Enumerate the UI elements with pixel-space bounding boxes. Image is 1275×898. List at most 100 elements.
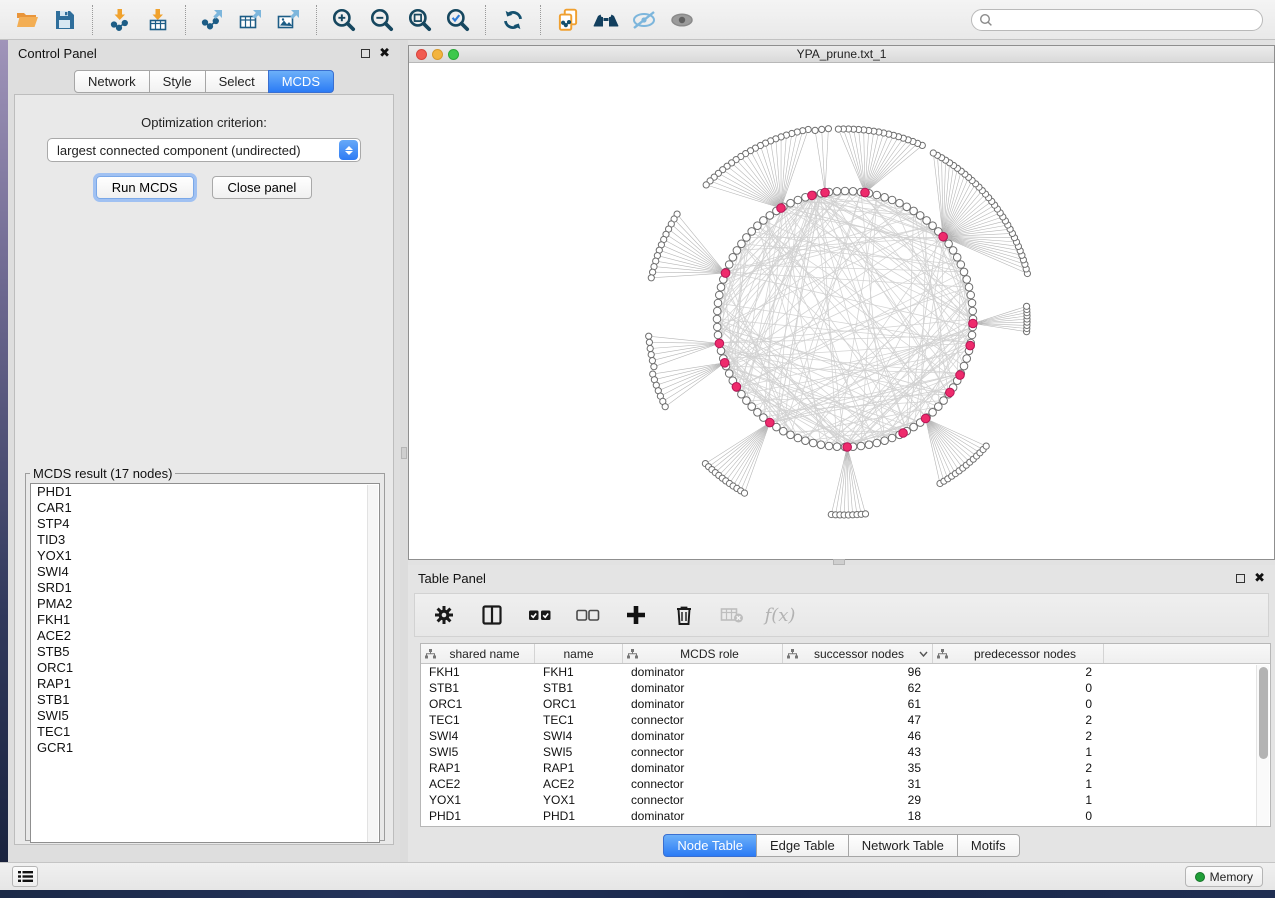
mcds-result-item[interactable]: PHD1 [31,484,379,500]
tab-edge-table[interactable]: Edge Table [756,834,849,857]
network-window-titlebar[interactable]: YPA_prune.txt_1 [409,46,1274,63]
memory-button[interactable]: Memory [1185,866,1263,887]
table-cell: 1 [933,776,1104,792]
duplicate-network-icon[interactable] [549,4,587,36]
table-cell: dominator [623,696,783,712]
table-cell: FKH1 [421,664,535,680]
mcds-result-item[interactable]: ACE2 [31,628,379,644]
close-panel-icon[interactable]: ✖ [379,48,390,58]
criterion-select[interactable]: largest connected component (undirected) [47,138,361,162]
hide-panels-icon[interactable] [625,4,663,36]
column-header-shared-name[interactable]: shared name [421,644,535,663]
zoom-fit-icon[interactable] [401,4,439,36]
mcds-result-item[interactable]: STB5 [31,644,379,660]
tab-network-table[interactable]: Network Table [848,834,958,857]
column-header-name[interactable]: name [535,644,623,663]
export-table-icon[interactable] [232,4,270,36]
column-header-successor-nodes[interactable]: successor nodes [783,644,933,663]
add-column-icon[interactable] [623,602,649,628]
toolbar-separator [316,5,317,35]
table-row[interactable]: SWI5SWI5connector431 [421,744,1270,760]
delete-table-icon[interactable] [719,602,745,628]
select-all-icon[interactable] [527,602,553,628]
table-row[interactable]: FKH1FKH1dominator962 [421,664,1270,680]
table-cell: 2 [933,760,1104,776]
network-canvas[interactable] [409,63,1274,559]
export-image-icon[interactable] [270,4,308,36]
delete-column-icon[interactable] [671,602,697,628]
task-history-button[interactable] [12,866,38,887]
zoom-selected-icon[interactable] [439,4,477,36]
table-row[interactable]: TEC1TEC1connector472 [421,712,1270,728]
table-cell: ACE2 [421,776,535,792]
table-row[interactable]: STB1STB1dominator620 [421,680,1270,696]
settings-gear-icon[interactable] [431,602,457,628]
export-network-icon[interactable] [194,4,232,36]
tab-motifs[interactable]: Motifs [957,834,1020,857]
mcds-result-item[interactable]: PMA2 [31,596,379,612]
tab-network[interactable]: Network [74,70,150,93]
table-cell: 0 [933,808,1104,824]
attribute-type-icon [425,649,439,659]
tab-mcds[interactable]: MCDS [268,70,334,93]
refresh-layout-icon[interactable] [494,4,532,36]
toolbar-separator [485,5,486,35]
table-row[interactable]: SWI4SWI4dominator462 [421,728,1270,744]
column-header-predecessor-nodes[interactable]: predecessor nodes [933,644,1104,663]
attribute-type-icon [937,649,951,659]
column-header-MCDS-role[interactable]: MCDS role [623,644,783,663]
mcds-result-item[interactable]: STP4 [31,516,379,532]
search-input[interactable] [971,9,1263,31]
close-panel-button[interactable]: Close panel [212,176,313,199]
mcds-result-item[interactable]: CAR1 [31,500,379,516]
mcds-result-list[interactable]: PHD1CAR1STP4TID3YOX1SWI4SRD1PMA2FKH1ACE2… [30,483,380,843]
open-icon[interactable] [8,4,46,36]
run-mcds-button[interactable]: Run MCDS [96,176,194,199]
table-row[interactable]: ORC1ORC1dominator610 [421,696,1270,712]
mcds-result-item[interactable]: ORC1 [31,660,379,676]
import-network-icon[interactable] [101,4,139,36]
table-row[interactable]: PHD1PHD1dominator180 [421,808,1270,824]
mcds-result-item[interactable]: STB1 [31,692,379,708]
tab-node-table[interactable]: Node Table [663,834,757,857]
table-cell: SWI4 [421,728,535,744]
table-row[interactable]: RAP1RAP1dominator352 [421,760,1270,776]
splitter-handle[interactable] [401,447,407,459]
save-icon[interactable] [46,4,84,36]
table-scrollbar-thumb[interactable] [1259,667,1268,759]
table-row[interactable]: YOX1YOX1connector291 [421,792,1270,808]
split-columns-icon[interactable] [479,602,505,628]
zoom-in-icon[interactable] [325,4,363,36]
search-network-icon[interactable] [587,4,625,36]
table-scrollbar-track[interactable] [1256,665,1269,826]
mcds-result-item[interactable]: RAP1 [31,676,379,692]
table-body: FKH1FKH1dominator962STB1STB1dominator620… [421,664,1270,824]
float-panel-icon[interactable] [361,49,370,58]
tab-style[interactable]: Style [149,70,206,93]
optimization-criterion-label: Optimization criterion: [15,115,393,130]
mcds-result-item[interactable]: TID3 [31,532,379,548]
mcds-result-item[interactable]: SWI4 [31,564,379,580]
float-panel-icon[interactable] [1236,574,1245,583]
show-eye-icon[interactable] [663,4,701,36]
mcds-result-item[interactable]: GCR1 [31,740,379,756]
mcds-result-item[interactable]: YOX1 [31,548,379,564]
table-row[interactable]: ACE2ACE2connector311 [421,776,1270,792]
mcds-result-item[interactable]: SRD1 [31,580,379,596]
vertical-splitter[interactable] [400,40,408,862]
table-cell: 43 [783,744,933,760]
mcds-result-item[interactable]: SWI5 [31,708,379,724]
search-field [971,9,1263,31]
zoom-out-icon[interactable] [363,4,401,36]
table-cell: dominator [623,680,783,696]
table-cell: dominator [623,728,783,744]
import-table-icon[interactable] [139,4,177,36]
function-builder-icon[interactable]: f(x) [767,602,793,628]
mcds-result-item[interactable]: FKH1 [31,612,379,628]
tab-select[interactable]: Select [205,70,269,93]
list-scrollbar-track[interactable] [367,485,378,843]
mcds-result-item[interactable]: TEC1 [31,724,379,740]
deselect-all-icon[interactable] [575,602,601,628]
close-panel-icon[interactable]: ✖ [1254,573,1265,583]
table-cell: YOX1 [421,792,535,808]
